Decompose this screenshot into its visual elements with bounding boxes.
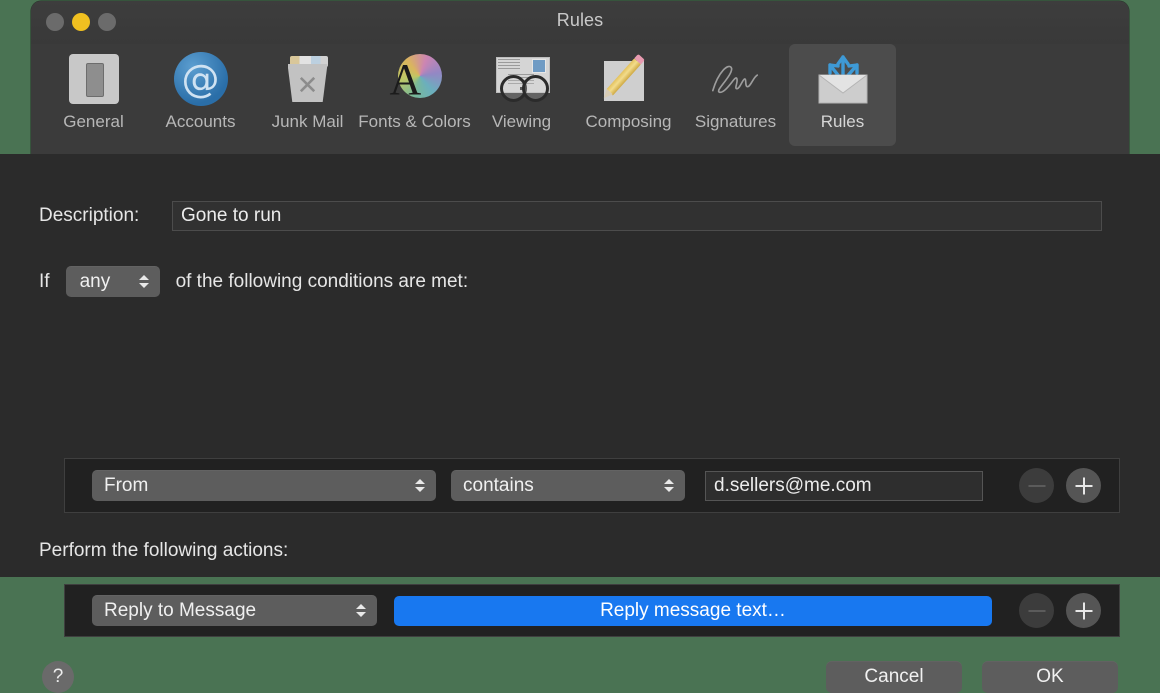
match-mode-row: If any of the following conditions are m… [39,266,468,297]
match-mode-value: any [80,271,111,293]
remove-condition-button[interactable] [1019,468,1054,503]
preferences-window: Rules General @ Accounts ✕ Junk [31,1,1129,154]
general-icon [65,50,123,108]
condition-row: From contains [65,459,1119,512]
rule-editor-pane: Description: If any of the following con… [0,154,1160,577]
minus-icon [1028,485,1045,487]
toolbar-item-general[interactable]: General [40,44,147,146]
toolbar-label-accounts: Accounts [166,112,236,132]
conditions-sentence: of the following conditions are met: [176,271,469,293]
reply-message-text-button[interactable]: Reply message text… [394,596,992,626]
toolbar-item-rules[interactable]: Rules [789,44,896,146]
toolbar-label-fonts-colors: Fonts & Colors [358,112,470,132]
condition-operator-popup[interactable]: contains [451,470,685,501]
condition-field-popup[interactable]: From [92,470,436,501]
condition-field-value: From [104,475,148,497]
condition-operator-value: contains [463,475,534,497]
conditions-group: From contains [64,458,1120,513]
rules-envelope-icon [814,50,872,108]
signature-icon [707,50,765,108]
minus-icon [1028,610,1045,612]
action-type-popup[interactable]: Reply to Message [92,595,377,626]
ok-button[interactable]: OK [982,661,1118,693]
toolbar-item-accounts[interactable]: @ Accounts [147,44,254,146]
chevron-updown-icon [355,601,367,621]
condition-row-controls [1019,468,1101,503]
description-label: Description: [39,205,172,227]
plus-icon-vertical [1083,477,1085,494]
condition-value-input[interactable] [705,471,983,501]
toolbar-label-composing: Composing [586,112,672,132]
cancel-button[interactable]: Cancel [826,661,962,693]
if-label: If [39,271,50,293]
chevron-updown-icon [663,476,675,496]
description-input[interactable] [172,201,1102,231]
actions-group: Reply to Message Reply message text… [64,584,1120,637]
add-action-button[interactable] [1066,593,1101,628]
accounts-at-icon: @ [172,50,230,108]
remove-action-button[interactable] [1019,593,1054,628]
viewing-glasses-icon [493,50,551,108]
toolbar-item-fonts-colors[interactable]: A Fonts & Colors [361,44,468,146]
help-button[interactable]: ? [42,661,74,693]
junk-trash-icon: ✕ [279,50,337,108]
chevron-updown-icon [138,272,150,292]
toolbar-label-junk-mail: Junk Mail [272,112,344,132]
toolbar-item-signatures[interactable]: Signatures [682,44,789,146]
toolbar-item-composing[interactable]: Composing [575,44,682,146]
preferences-toolbar: General @ Accounts ✕ Junk Mail A [31,44,1129,154]
description-row: Description: [0,199,1160,233]
actions-label: Perform the following actions: [39,540,288,562]
chevron-updown-icon [414,476,426,496]
screen: Rules General @ Accounts ✕ Junk [0,0,1160,577]
window-title: Rules [31,10,1129,31]
plus-icon-vertical [1083,602,1085,619]
toolbar-label-signatures: Signatures [695,112,776,132]
composing-pencil-icon [600,50,658,108]
toolbar-label-rules: Rules [821,112,864,132]
match-mode-popup[interactable]: any [66,266,160,297]
toolbar-item-junk-mail[interactable]: ✕ Junk Mail [254,44,361,146]
fonts-colors-icon: A [386,50,444,108]
action-row: Reply to Message Reply message text… [65,585,1119,636]
action-type-value: Reply to Message [104,600,256,622]
toolbar-label-general: General [63,112,123,132]
action-row-controls [1019,593,1101,628]
toolbar-item-viewing[interactable]: Viewing [468,44,575,146]
window-titlebar: Rules [31,1,1129,44]
toolbar-label-viewing: Viewing [492,112,551,132]
add-condition-button[interactable] [1066,468,1101,503]
